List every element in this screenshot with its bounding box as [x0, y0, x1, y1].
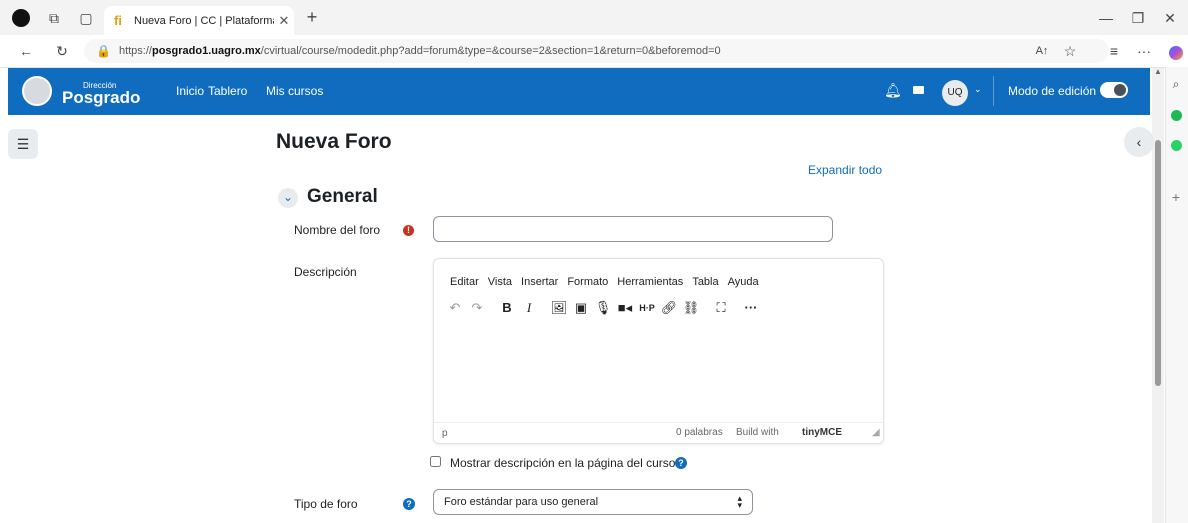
nav-home-link[interactable]: Inicio	[176, 84, 204, 98]
chevron-left-icon: ‹	[1136, 134, 1142, 150]
redo-icon[interactable]: ↷	[466, 298, 488, 318]
select-arrows-icon: ▴ ▾	[737, 493, 742, 510]
undo-icon[interactable]: ↶	[444, 298, 466, 318]
editor-toolbar: ↶ ↷ B I 🖼︎ ▣ 🎙︎ ■◂ H·P 🔗︎ ⛓︎ ⛶ ···	[444, 298, 762, 318]
messages-icon[interactable]	[913, 86, 924, 94]
editor-content-area[interactable]	[434, 329, 883, 423]
scroll-up-icon[interactable]: ▲	[1154, 67, 1162, 76]
nav-dashboard-link[interactable]: Tablero	[208, 84, 247, 98]
url-path: /cvirtual/course/modedit.php?add=forum&t…	[260, 45, 721, 57]
sidebar-search-icon[interactable]: ⌕	[1166, 74, 1186, 94]
edit-mode-toggle[interactable]	[1100, 82, 1128, 98]
editor-statusbar: p 0 palabras Build with tinyMCE ◢	[434, 422, 883, 443]
tab-actions-icon[interactable]: ▢	[76, 8, 96, 28]
resize-handle-icon[interactable]: ◢	[872, 427, 880, 438]
minimize-icon[interactable]: —	[1096, 8, 1116, 28]
favorite-star-icon[interactable]: ☆	[1060, 41, 1080, 61]
bold-icon[interactable]: B	[496, 298, 518, 318]
refresh-icon[interactable]: ↻	[52, 41, 72, 61]
user-initials: UQ	[947, 87, 963, 98]
user-avatar[interactable]: UQ	[942, 80, 968, 106]
record-audio-microphone-icon[interactable]: 🎙︎	[592, 298, 614, 318]
whatsapp-icon[interactable]	[1171, 140, 1182, 151]
forum-name-input[interactable]	[433, 216, 833, 242]
lock-icon: 🔒	[96, 44, 111, 58]
navbar-divider	[993, 76, 994, 106]
h5p-icon[interactable]: H·P	[636, 298, 658, 318]
menu-edit[interactable]: Editar	[450, 276, 479, 288]
close-tab-icon[interactable]: ✕	[274, 13, 294, 29]
tinymce-logo[interactable]: tinyMCE	[802, 427, 842, 438]
browser-tab[interactable]: ﬁ Nueva Foro | CC | Plataforma virtu ✕	[104, 6, 294, 35]
more-icon[interactable]: ···	[1134, 41, 1154, 61]
scrollbar-thumb[interactable]	[1155, 140, 1161, 386]
build-with-text: Build with	[736, 427, 779, 438]
site-favicon-icon: ﬁ	[114, 12, 122, 28]
posgrado-logo[interactable]: Dirección Posgrado	[62, 78, 142, 108]
tab-title: Nueva Foro | CC | Plataforma virtu	[134, 14, 274, 27]
toggle-knob	[1114, 84, 1126, 96]
page-title: Nueva Foro	[276, 130, 392, 153]
required-icon: !	[403, 225, 414, 236]
nav-mycourses-link[interactable]: Mis cursos	[266, 84, 323, 98]
menu-view[interactable]: Vista	[488, 276, 512, 288]
italic-icon[interactable]: I	[518, 298, 540, 318]
close-window-icon[interactable]: ✕	[1160, 8, 1180, 28]
menu-table[interactable]: Tabla	[692, 276, 718, 288]
chevron-down-icon: ⌄	[282, 190, 294, 204]
favorites-icon[interactable]: ≡	[1104, 41, 1124, 61]
sidebar-app-green-icon[interactable]	[1171, 110, 1182, 121]
course-index-toggle[interactable]: ☰	[8, 129, 38, 159]
copilot-icon[interactable]	[1169, 46, 1183, 60]
fullscreen-icon[interactable]: ⛶	[710, 298, 732, 318]
editor-menubar: Editar Vista Insertar Formato Herramientas Ta…	[450, 272, 768, 290]
word-count[interactable]: 0 palabras	[676, 427, 723, 438]
record-video-icon[interactable]: ■◂	[614, 298, 636, 318]
new-tab-button[interactable]: +	[302, 7, 322, 27]
sidebar-add-icon[interactable]: +	[1166, 187, 1186, 207]
url-prefix: https://	[118, 45, 152, 57]
unlink-icon[interactable]: ⛓︎	[680, 298, 702, 318]
address-bar[interactable]: 🔒 https://posgrado1.uagro.mx/cvirtual/co…	[84, 39, 1109, 63]
section-title[interactable]: General	[307, 186, 378, 208]
restore-icon[interactable]: ❐	[1128, 8, 1148, 28]
help-icon[interactable]: ?	[675, 457, 687, 469]
notifications-bell-icon[interactable]: 🔔︎	[884, 82, 902, 99]
menu-tools[interactable]: Herramientas	[617, 276, 683, 288]
back-icon[interactable]: ←	[16, 41, 36, 61]
logo-big-text: Posgrado	[62, 88, 141, 107]
image-icon[interactable]: 🖼︎	[548, 298, 570, 318]
menu-help[interactable]: Ayuda	[728, 276, 759, 288]
media-icon[interactable]: ▣	[570, 298, 592, 318]
description-editor[interactable]: Editar Vista Insertar Formato Herramientas Ta…	[433, 258, 884, 444]
page-scrollbar[interactable]: ▲	[1152, 67, 1164, 523]
description-label: Descripción	[294, 265, 357, 279]
url-domain: posgrado1.uagro.mx	[151, 45, 261, 57]
profile-avatar[interactable]	[12, 9, 30, 27]
menu-insert[interactable]: Insertar	[521, 276, 558, 288]
show-description-label[interactable]: Mostrar descripción en la página del cur…	[450, 456, 675, 470]
forum-name-label: Nombre del foro	[294, 223, 381, 237]
workspaces-icon[interactable]: ⧉	[44, 8, 64, 28]
section-collapse-toggle[interactable]: ⌄	[278, 188, 298, 208]
university-seal-icon[interactable]	[22, 76, 52, 106]
browser-sidebar	[1165, 67, 1188, 523]
link-icon[interactable]: 🔗︎	[658, 298, 680, 318]
expand-all-link[interactable]: Expandir todo	[808, 163, 882, 177]
edit-mode-label: Modo de edición	[1008, 84, 1097, 98]
menu-format[interactable]: Formato	[567, 276, 608, 288]
list-icon: ☰	[16, 135, 30, 152]
block-drawer-toggle[interactable]: ‹	[1124, 127, 1154, 157]
editor-path: p	[442, 428, 448, 439]
forum-type-select[interactable]: Foro estándar para uso general ▴ ▾	[433, 489, 753, 515]
user-menu-chevron-down-icon[interactable]: ⌄	[974, 84, 982, 95]
show-description-checkbox[interactable]	[430, 456, 441, 467]
more-options-icon[interactable]: ···	[740, 298, 762, 318]
help-icon[interactable]: ?	[403, 498, 415, 510]
forum-type-label: Tipo de foro	[294, 497, 358, 511]
forum-type-value: Foro estándar para uso general	[444, 496, 599, 508]
read-aloud-icon[interactable]: A↑	[1032, 41, 1052, 61]
